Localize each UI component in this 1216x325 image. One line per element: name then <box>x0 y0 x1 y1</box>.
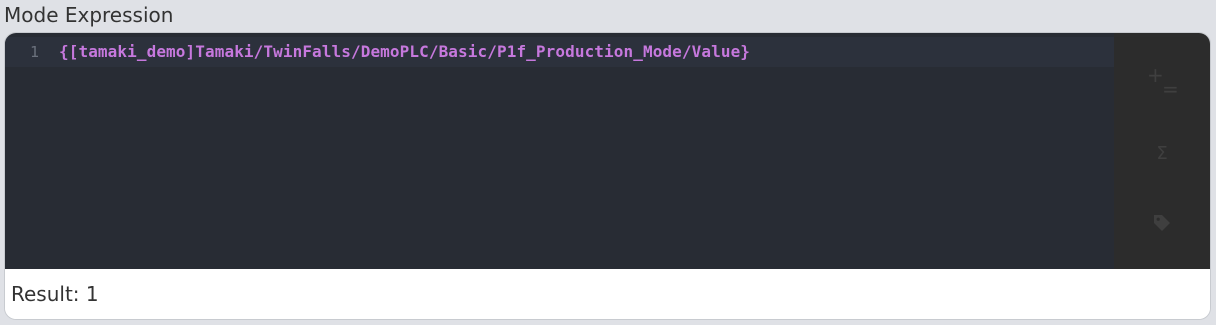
operators-button[interactable]: + = <box>1138 59 1186 101</box>
code-editor[interactable]: 1 {[tamaki_demo]Tamaki/TwinFalls/DemoPLC… <box>5 33 1114 269</box>
code-line[interactable]: 1 {[tamaki_demo]Tamaki/TwinFalls/DemoPLC… <box>5 37 1114 67</box>
code-line-text[interactable]: {[tamaki_demo]Tamaki/TwinFalls/DemoPLC/B… <box>59 37 750 67</box>
result-text: Result: 1 <box>11 282 99 306</box>
field-label: Mode Expression <box>4 3 174 27</box>
equals-glyph: = <box>1162 77 1179 101</box>
side-toolbar: + = Σ <box>1114 33 1210 269</box>
tags-button[interactable] <box>1138 205 1186 245</box>
functions-button[interactable]: Σ <box>1138 133 1186 173</box>
line-number: 1 <box>29 43 39 61</box>
expression-editor-card: 1 {[tamaki_demo]Tamaki/TwinFalls/DemoPLC… <box>4 32 1211 320</box>
tag-icon <box>1152 213 1172 237</box>
result-bar: Result: 1 <box>5 269 1210 319</box>
sigma-icon: Σ <box>1156 142 1168 164</box>
